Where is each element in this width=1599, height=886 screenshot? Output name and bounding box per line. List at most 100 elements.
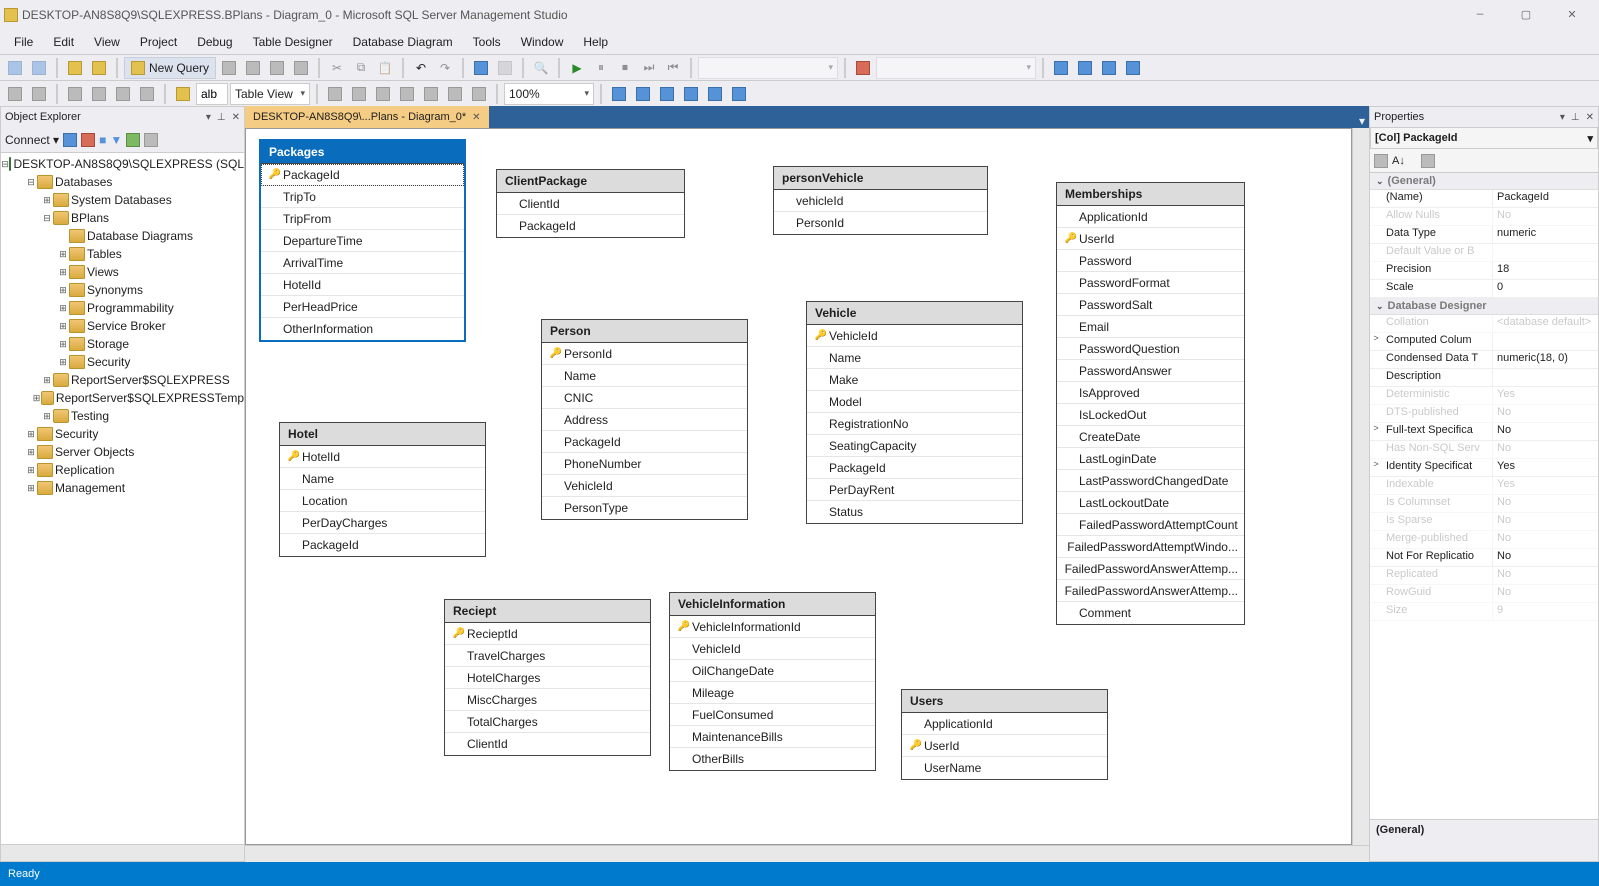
property-row[interactable]: Merge-publishedNo xyxy=(1370,531,1598,549)
tree-item[interactable]: ⊞Programmability xyxy=(1,299,244,317)
diagram-canvas[interactable]: Packages🔑PackageIdTripToTripFromDepartur… xyxy=(245,128,1352,845)
property-row[interactable]: Scale0 xyxy=(1370,280,1598,298)
tree-item[interactable]: Database Diagrams xyxy=(1,227,244,245)
tool-button[interactable] xyxy=(112,83,134,105)
entity-column[interactable]: OtherInformation xyxy=(261,318,464,340)
tree-item[interactable]: ⊞ReportServer$SQLEXPRESS xyxy=(1,371,244,389)
entity-column[interactable]: PackageId xyxy=(497,215,684,237)
entity-column[interactable]: VehicleId xyxy=(670,638,875,660)
tool-button[interactable] xyxy=(494,57,516,79)
tool-button[interactable] xyxy=(608,83,630,105)
entity-column[interactable]: Email xyxy=(1057,316,1244,338)
minimize-button[interactable]: — xyxy=(1457,0,1503,30)
entity-column[interactable]: PasswordAnswer xyxy=(1057,360,1244,382)
close-icon[interactable]: ✕ xyxy=(472,112,480,123)
tool-button[interactable]: ⏸ xyxy=(590,57,612,79)
tool-button[interactable]: ⏮ xyxy=(662,57,684,79)
entity-title[interactable]: Packages xyxy=(261,141,464,164)
tool-button[interactable] xyxy=(1098,57,1120,79)
property-row[interactable]: Is SparseNo xyxy=(1370,513,1598,531)
entity-column[interactable]: VehicleId xyxy=(542,475,747,497)
menu-view[interactable]: View xyxy=(84,32,130,52)
entity-column[interactable]: Password xyxy=(1057,250,1244,272)
horizontal-scrollbar[interactable] xyxy=(1,844,244,861)
close-icon[interactable]: ✕ xyxy=(1586,112,1594,123)
cut-button[interactable]: ✂ xyxy=(326,57,348,79)
tree-item[interactable]: ⊟BPlans xyxy=(1,209,244,227)
entity-personvehicle[interactable]: personVehiclevehicleIdPersonId xyxy=(773,166,988,235)
tool-button[interactable] xyxy=(1074,57,1096,79)
entity-column[interactable]: vehicleId xyxy=(774,190,987,212)
menu-project[interactable]: Project xyxy=(130,32,187,52)
play-button[interactable]: ▶ xyxy=(566,57,588,79)
tool-button[interactable] xyxy=(656,83,678,105)
tool-button[interactable] xyxy=(290,57,312,79)
entity-column[interactable]: Make xyxy=(807,369,1022,391)
entity-column[interactable]: Model xyxy=(807,391,1022,413)
close-button[interactable]: ✕ xyxy=(1549,0,1595,30)
property-row[interactable]: Condensed Data Tnumeric(18, 0) xyxy=(1370,351,1598,369)
entity-column[interactable]: PasswordQuestion xyxy=(1057,338,1244,360)
menu-table-designer[interactable]: Table Designer xyxy=(243,32,343,52)
entity-column[interactable]: 🔑PersonId xyxy=(542,343,747,365)
tool-button[interactable] xyxy=(324,83,346,105)
entity-column[interactable]: 🔑HotelId xyxy=(280,446,485,468)
entity-column[interactable]: Name xyxy=(807,347,1022,369)
property-row[interactable]: ReplicatedNo xyxy=(1370,567,1598,585)
entity-column[interactable]: TripFrom xyxy=(261,208,464,230)
entity-reciept[interactable]: Reciept🔑RecieptIdTravelChargesHotelCharg… xyxy=(444,599,651,756)
entity-column[interactable]: MaintenanceBills xyxy=(670,726,875,748)
entity-column[interactable]: PackageId xyxy=(542,431,747,453)
entity-column[interactable]: RegistrationNo xyxy=(807,413,1022,435)
entity-title[interactable]: Reciept xyxy=(445,600,650,623)
entity-title[interactable]: Hotel xyxy=(280,423,485,446)
tool-button[interactable] xyxy=(444,83,466,105)
entity-column[interactable]: FailedPasswordAttemptCount xyxy=(1057,514,1244,536)
entity-column[interactable]: LastLockoutDate xyxy=(1057,492,1244,514)
properties-grid[interactable]: ⌄(General)(Name)PackageIdAllow NullsNoDa… xyxy=(1370,173,1598,819)
redo-button[interactable]: ↷ xyxy=(434,57,456,79)
entity-person[interactable]: Person🔑PersonIdNameCNICAddressPackageIdP… xyxy=(541,319,748,520)
entity-clientpackage[interactable]: ClientPackageClientIdPackageId xyxy=(496,169,685,238)
entity-column[interactable]: FuelConsumed xyxy=(670,704,875,726)
tool-button[interactable] xyxy=(64,83,86,105)
entity-column[interactable]: 🔑VehicleId xyxy=(807,325,1022,347)
property-row[interactable]: Allow NullsNo xyxy=(1370,208,1598,226)
entity-column[interactable]: TotalCharges xyxy=(445,711,650,733)
tree-item[interactable]: ⊞Security xyxy=(1,425,244,443)
entity-column[interactable]: PerHeadPrice xyxy=(261,296,464,318)
property-row[interactable]: Description xyxy=(1370,369,1598,387)
tree-item[interactable]: ⊞Testing xyxy=(1,407,244,425)
property-row[interactable]: IndexableYes xyxy=(1370,477,1598,495)
pin-icon[interactable]: ⊥ xyxy=(1571,112,1580,123)
entity-column[interactable]: PhoneNumber xyxy=(542,453,747,475)
entity-column[interactable]: PackageId xyxy=(807,457,1022,479)
entity-vehicle[interactable]: Vehicle🔑VehicleIdNameMakeModelRegistrati… xyxy=(806,301,1023,524)
new-query-button[interactable]: New Query xyxy=(124,57,216,79)
menu-debug[interactable]: Debug xyxy=(187,32,242,52)
pin-icon[interactable]: ⊥ xyxy=(217,112,226,123)
entity-column[interactable]: HotelId xyxy=(261,274,464,296)
tree-item[interactable]: ⊞System Databases xyxy=(1,191,244,209)
tool-button[interactable] xyxy=(218,57,240,79)
zoom-combo[interactable]: 100% xyxy=(504,83,594,105)
entity-column[interactable]: FailedPasswordAttemptWindo... xyxy=(1057,536,1244,558)
tree-item[interactable]: ⊞Storage xyxy=(1,335,244,353)
alb-input[interactable] xyxy=(196,83,228,105)
property-row[interactable]: Data Typenumeric xyxy=(1370,226,1598,244)
entity-column[interactable]: ArrivalTime xyxy=(261,252,464,274)
entity-column[interactable]: FailedPasswordAnswerAttemp... xyxy=(1057,558,1244,580)
properties-object-selector[interactable]: [Col] PackageId ▾ xyxy=(1370,127,1598,149)
entity-column[interactable]: LastLoginDate xyxy=(1057,448,1244,470)
entity-column[interactable]: DepartureTime xyxy=(261,230,464,252)
entity-title[interactable]: personVehicle xyxy=(774,167,987,190)
back-button[interactable] xyxy=(4,57,26,79)
property-row[interactable]: Collation<database default> xyxy=(1370,315,1598,333)
property-row[interactable]: (Name)PackageId xyxy=(1370,190,1598,208)
entity-column[interactable]: ApplicationId xyxy=(1057,206,1244,228)
refresh-icon[interactable] xyxy=(126,133,140,147)
database-combo[interactable] xyxy=(876,57,1036,79)
paste-button[interactable]: 📋 xyxy=(374,57,396,79)
tool-button[interactable] xyxy=(396,83,418,105)
tree-item[interactable]: ⊟DESKTOP-AN8S8Q9\SQLEXPRESS (SQL xyxy=(1,155,244,173)
